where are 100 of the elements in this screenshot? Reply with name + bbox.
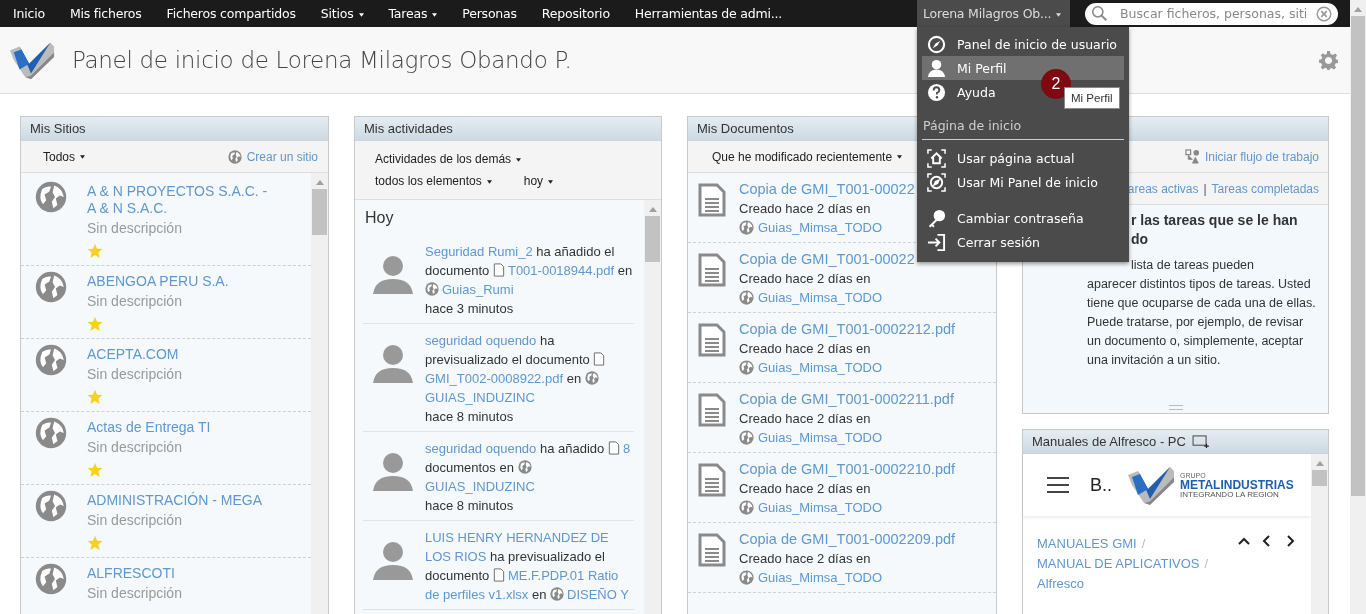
document-link[interactable]: Copia de GMI_T001-00022 xyxy=(739,249,915,269)
site-link[interactable]: ABENGOA PERU S.A. xyxy=(87,273,277,290)
scrollbar-drawing[interactable] xyxy=(644,200,661,614)
star-icon[interactable] xyxy=(87,316,103,332)
site-link[interactable]: Guias_Mimsa_TODO xyxy=(758,288,882,307)
create-site-link[interactable]: Crear un sitio xyxy=(246,149,318,164)
user-link[interactable]: seguridad oquendo xyxy=(425,333,537,348)
nav-menu-item[interactable]: Inicio xyxy=(0,0,58,27)
breadcrumb-link[interactable]: Alfresco xyxy=(1037,576,1084,591)
site-link[interactable]: GUIAS_INDUZINC xyxy=(425,390,535,405)
menu-item[interactable]: Usar página actual xyxy=(922,146,1124,170)
site-link[interactable]: Guias_Mimsa_TODO xyxy=(758,358,882,377)
site-link[interactable]: Guias_Mimsa_TODO xyxy=(758,498,882,517)
external-window-icon[interactable] xyxy=(1191,435,1209,448)
site-link[interactable]: A & N PROYECTOS S.A.C. - A & N S.A.C. xyxy=(87,183,277,217)
clear-icon[interactable] xyxy=(1316,5,1332,22)
site-link[interactable]: Guias_Mimsa_TODO xyxy=(758,568,882,587)
globe-icon xyxy=(35,271,67,303)
globe-icon xyxy=(35,417,67,449)
site-link[interactable]: Guias_Mimsa_TODO xyxy=(758,428,882,447)
nav-menu-item[interactable]: Sitios xyxy=(308,0,376,27)
menu-item[interactable]: Cerrar sesión xyxy=(922,230,1124,254)
active-tasks-link[interactable]: areas activas xyxy=(1127,181,1199,196)
site-link[interactable]: ACEPTA.COM xyxy=(87,346,277,363)
scrollbar-drawing[interactable] xyxy=(1350,0,1366,614)
site-link[interactable]: GUIAS_INDUZINC xyxy=(425,479,535,494)
menu-item[interactable]: Usar Mi Panel de inicio xyxy=(922,170,1124,194)
start-workflow-link[interactable]: Iniciar flujo de trabajo xyxy=(1204,149,1319,164)
breadcrumb-link[interactable]: MANUALES GMI xyxy=(1037,536,1137,551)
globe-icon xyxy=(739,500,754,515)
user-link[interactable]: LUIS HENRY HERNANDEZ DE xyxy=(425,530,609,545)
user-link[interactable]: seguridad oquendo xyxy=(425,441,537,456)
nav-menu-item[interactable]: Herramientas de admi... xyxy=(622,0,795,27)
menu-item[interactable]: Cambiar contraseña xyxy=(922,206,1124,230)
site-description: Sin descripción xyxy=(87,292,183,310)
menu-item[interactable]: Panel de inicio de usuario xyxy=(922,32,1124,56)
site-description: Sin descripción xyxy=(87,584,183,602)
separator: | xyxy=(1203,181,1207,196)
caret-icon xyxy=(516,157,522,162)
page-title: B.. xyxy=(1090,474,1112,496)
nav-menu-item[interactable]: Mis ficheros xyxy=(57,0,155,27)
resize-handle[interactable] xyxy=(1169,405,1183,410)
settings-icon[interactable] xyxy=(1319,50,1338,70)
site-link[interactable]: Guias_Rumi xyxy=(442,282,514,297)
avatar-icon xyxy=(373,254,413,294)
site-link[interactable]: Actas de Entrega TI xyxy=(87,419,277,436)
nav-menu-item[interactable]: Repositorio xyxy=(529,0,623,27)
site-description: Sin descripción xyxy=(87,219,183,237)
star-icon[interactable] xyxy=(87,389,103,405)
user-menu-button[interactable]: Lorena Milagros Ob... xyxy=(917,0,1070,27)
search-icon xyxy=(1091,5,1108,22)
activity-text: seguridad oquendo ha previsualizado el documento GMI_T002-0008922.pdf en GUIAS_INDUZINC xyxy=(425,331,634,407)
search-field[interactable]: Buscar ficheros, personas, siti xyxy=(1085,2,1338,25)
document-link[interactable]: Copia de GMI_T001-00022 xyxy=(739,179,915,199)
filter-dropdown[interactable]: Todos xyxy=(43,149,86,164)
document-link[interactable]: de perfiles v1.xlsx xyxy=(425,587,529,602)
breadcrumb-separator: / xyxy=(1141,536,1146,551)
scrollbar-drawing[interactable] xyxy=(1311,454,1328,614)
menu-icon[interactable] xyxy=(1047,477,1069,493)
tooltip: Mi Perfil xyxy=(1064,87,1120,109)
activity-text: Seguridad Rumi_2 ha añadido el documento T001-0018944.pdf en Guias_Rumi xyxy=(425,243,634,299)
document-link[interactable]: Copia de GMI_T001-0002209.pdf xyxy=(739,529,956,549)
filter-dropdown[interactable]: todos los elementos xyxy=(375,174,492,188)
globe-icon xyxy=(35,490,67,522)
globe-icon xyxy=(739,290,754,305)
globe-icon xyxy=(425,282,439,296)
logo-text: METALINDUSTRIAS xyxy=(1180,478,1294,491)
filter-dropdown[interactable]: hoy xyxy=(523,174,554,188)
star-icon[interactable] xyxy=(87,462,103,478)
document-link[interactable]: Copia de GMI_T001-0002210.pdf xyxy=(739,459,956,479)
site-link[interactable]: ALFRESCOTI xyxy=(87,565,277,582)
site-link[interactable]: DISEÑO Y xyxy=(567,587,629,602)
filter-dropdown[interactable]: Actividades de los demás xyxy=(375,152,651,166)
my-dashboard-icon xyxy=(927,172,946,192)
scrollbar-drawing[interactable] xyxy=(311,173,328,614)
user-link[interactable]: LOS RIOS xyxy=(425,549,487,564)
document-link[interactable]: ME.F.PDP.01 Ratio xyxy=(507,568,619,583)
site-link[interactable]: Guias_Mimsa_TODO xyxy=(758,218,882,237)
user-link[interactable]: Seguridad Rumi_2 xyxy=(425,244,533,259)
nav-menu-item[interactable]: Ficheros compartidos xyxy=(154,0,309,27)
document-icon xyxy=(698,533,726,567)
nav-menu-item[interactable]: Personas xyxy=(449,0,530,27)
document-link[interactable]: Copia de GMI_T001-0002211.pdf xyxy=(739,389,954,409)
completed-tasks-link[interactable]: Tareas completadas xyxy=(1211,181,1319,196)
star-icon[interactable] xyxy=(87,243,103,259)
globe-icon xyxy=(35,563,67,595)
star-icon[interactable] xyxy=(87,535,103,551)
nav-menu-item[interactable]: Tareas xyxy=(376,0,450,27)
filter-dropdown[interactable]: Que he modificado recientemente xyxy=(710,149,903,164)
document-link[interactable]: Copia de GMI_T001-0002212.pdf xyxy=(739,319,956,339)
document-link[interactable]: 8 xyxy=(622,441,631,456)
help-icon xyxy=(927,82,946,102)
document-link[interactable]: T001-0018944.pdf xyxy=(507,263,615,278)
activity-time: hace 3 minutos xyxy=(425,300,515,318)
document-link[interactable]: GMI_T002-0008922.pdf xyxy=(425,371,564,386)
breadcrumb-link[interactable]: MANUAL DE APLICATIVOS xyxy=(1037,556,1200,571)
globe-icon xyxy=(227,149,242,164)
site-link[interactable]: ADMINISTRACIÓN - MEGA xyxy=(87,492,277,509)
globe-icon xyxy=(35,181,67,213)
dashlet-title: Manuales de Alfresco - PC xyxy=(1032,434,1186,449)
